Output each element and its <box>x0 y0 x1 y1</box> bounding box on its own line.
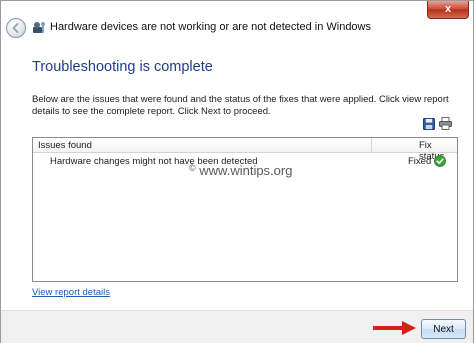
report-toolbar <box>422 117 452 130</box>
back-arrow-icon <box>12 23 19 33</box>
back-button[interactable] <box>6 18 26 38</box>
red-arrow-icon <box>373 321 416 335</box>
copyright-symbol: © <box>189 163 196 173</box>
print-icon <box>439 117 452 130</box>
footer-bar: Next <box>1 310 473 343</box>
column-divider[interactable] <box>371 138 372 153</box>
window-title: Hardware devices are not working or are … <box>50 21 371 33</box>
page-description: Below are the issues that were found and… <box>32 94 449 117</box>
troubleshooter-icon <box>33 22 45 33</box>
watermark: © www.wintips.org <box>189 163 292 178</box>
save-button[interactable] <box>422 117 435 130</box>
fix-status: Fixed <box>408 156 432 167</box>
green-check-icon <box>434 155 446 167</box>
troubleshooter-window: Hardware devices are not working or are … <box>0 0 474 343</box>
view-report-details-link[interactable]: View report details <box>32 287 110 298</box>
save-icon <box>422 117 435 130</box>
page-heading: Troubleshooting is complete <box>32 59 213 75</box>
print-button[interactable] <box>439 117 452 130</box>
title-bar: Hardware devices are not working or are … <box>1 1 473 53</box>
next-button[interactable]: Next <box>421 319 466 339</box>
close-button[interactable]: x <box>427 1 469 19</box>
watermark-text: www.wintips.org <box>199 163 293 178</box>
column-header-issues[interactable]: Issues found <box>38 140 92 151</box>
issues-table: Issues found Fix status Hardware changes… <box>32 137 458 282</box>
close-icon: x <box>444 3 452 15</box>
table-header: Issues found Fix status <box>33 138 457 162</box>
